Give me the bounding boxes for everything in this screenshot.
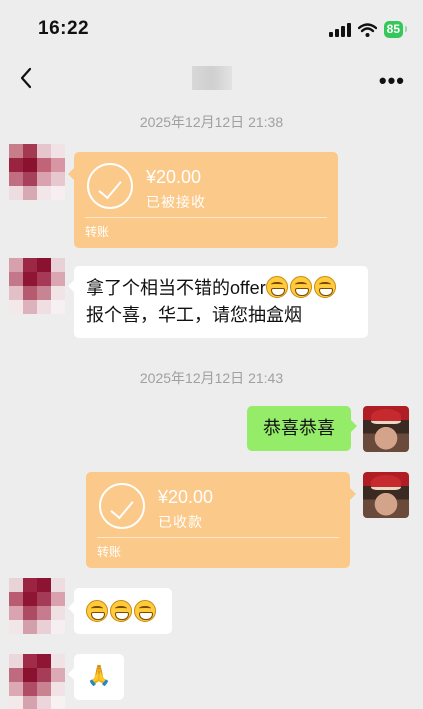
status-time: 16:22 <box>38 18 90 39</box>
transfer-card[interactable]: ¥20.00 已被接收 转账 <box>68 152 338 248</box>
message-bubble[interactable]: 恭喜恭喜 <box>247 406 357 451</box>
timestamp: 2025年12月12日 21:38 <box>139 114 284 130</box>
grinning-face-emoji-icon <box>265 276 288 298</box>
status-bar: 16:22 85 <box>0 0 423 60</box>
message-line: 报个喜，华工，请您抽盒烟 <box>86 305 302 325</box>
avatar[interactable] <box>9 578 65 634</box>
check-circle-icon <box>99 483 145 529</box>
chevron-left-icon[interactable] <box>14 64 42 92</box>
chat-header: ••• <box>0 58 423 100</box>
transfer-amount: ¥20.00 <box>146 167 202 187</box>
message-line: 拿了个相当不错的offer <box>86 275 356 302</box>
message-text: 恭喜恭喜 <box>263 418 335 438</box>
folded-hands-emoji-icon: 🙏 <box>86 665 112 687</box>
message-bubble[interactable]: 拿了个相当不错的offer 报个喜，华工，请您抽盒烟 <box>68 266 368 338</box>
grinning-face-emoji-icon <box>134 600 156 622</box>
message-bubble[interactable]: 🙏 <box>68 654 124 700</box>
message-bubble[interactable] <box>68 588 172 634</box>
transfer-status: 已收款 <box>158 514 203 530</box>
divider <box>97 537 339 538</box>
transfer-card[interactable]: ¥20.00 已收款 转账 <box>86 472 356 568</box>
transfer-status: 已被接收 <box>146 194 206 210</box>
avatar[interactable] <box>9 258 65 314</box>
transfer-type: 转账 <box>85 225 110 239</box>
wifi-icon <box>357 22 377 37</box>
avatar[interactable] <box>9 144 65 200</box>
chat-title-blurred <box>192 66 232 90</box>
more-button[interactable]: ••• <box>379 68 405 94</box>
transfer-amount: ¥20.00 <box>158 487 214 507</box>
status-icons: 85 <box>328 21 408 38</box>
divider <box>85 217 327 218</box>
timestamp: 2025年12月12日 21:43 <box>139 370 284 386</box>
avatar[interactable] <box>9 654 65 709</box>
check-circle-icon <box>87 163 133 209</box>
grinning-face-emoji-icon <box>110 600 132 622</box>
grinning-face-emoji-icon <box>313 276 336 298</box>
transfer-type: 转账 <box>97 545 122 559</box>
avatar-self[interactable] <box>363 406 409 452</box>
battery-indicator: 85 <box>383 21 408 38</box>
grinning-face-emoji-icon <box>86 600 108 622</box>
signal-icon <box>328 22 351 37</box>
avatar-self[interactable] <box>363 472 409 518</box>
grinning-face-emoji-icon <box>289 276 312 298</box>
